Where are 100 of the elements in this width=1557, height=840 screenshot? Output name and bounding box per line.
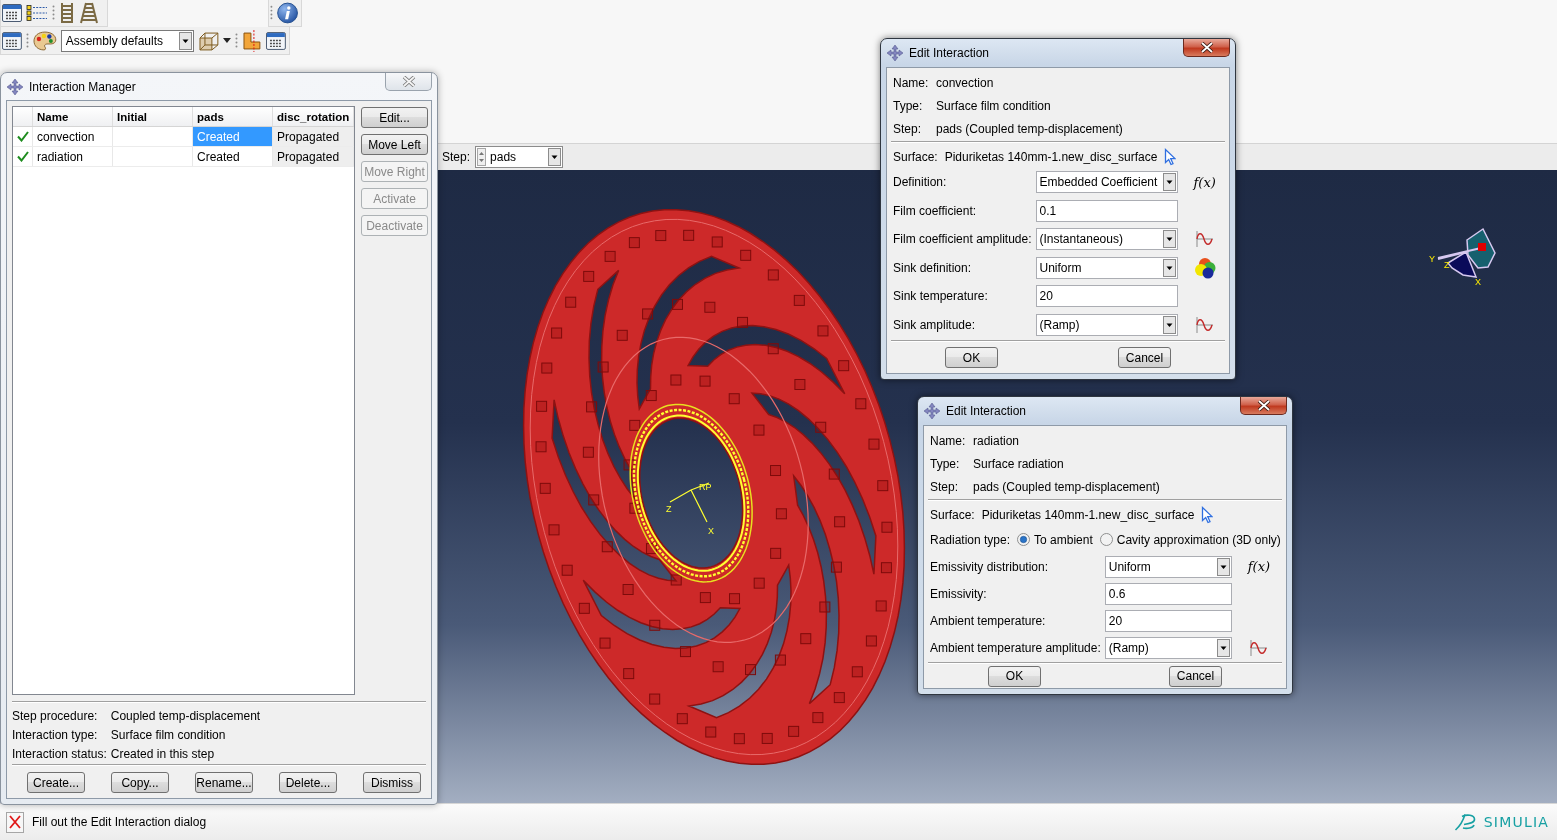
cancel-button[interactable]: [6, 811, 24, 833]
ladder-icon[interactable]: [59, 2, 75, 24]
cancel-button[interactable]: Cancel: [1118, 347, 1171, 368]
dashed-list-icon[interactable]: [26, 4, 48, 22]
dropdown-select[interactable]: Uniform: [1035, 256, 1178, 279]
field-value: pads (Coupled temp-displacement): [973, 479, 1161, 494]
grip-icon[interactable]: [235, 32, 239, 49]
field-label: Radiation type:: [930, 532, 1011, 547]
move-left-button[interactable]: Move Left: [361, 134, 428, 155]
brand-name: SIMULIA: [1483, 814, 1549, 830]
close-icon: [9, 815, 21, 829]
close-button[interactable]: [1240, 397, 1287, 415]
axis-label: X: [1475, 277, 1481, 287]
dropdown-select[interactable]: (Ramp): [1104, 636, 1232, 659]
cube-icon[interactable]: [197, 30, 220, 51]
field-label: Film coefficient amplitude:: [893, 232, 1032, 247]
move-arrows-icon: [924, 403, 940, 419]
radio-icon[interactable]: [1017, 533, 1031, 546]
copy-button[interactable]: Copy...: [111, 772, 169, 793]
palette-icon[interactable]: [32, 30, 57, 51]
trestle-icon[interactable]: [79, 2, 99, 24]
close-button[interactable]: [1183, 39, 1230, 57]
window-title: Interaction Manager: [29, 79, 136, 94]
field-label: Ambient temperature:: [930, 613, 1047, 628]
cursor-arrow-icon[interactable]: [1164, 147, 1177, 166]
axis-label: X: [708, 526, 714, 536]
field-value: Surface film condition: [936, 98, 1052, 113]
table-cell[interactable]: Propagated: [273, 127, 354, 146]
detail-value: Coupled temp-displacement: [110, 708, 262, 723]
text-field[interactable]: 20: [1035, 285, 1178, 308]
edit-button[interactable]: Edit...: [361, 107, 428, 128]
close-icon: [1256, 400, 1271, 411]
color-scheme-select[interactable]: Assembly defaults: [60, 29, 194, 52]
spinner-arrows-icon[interactable]: [477, 148, 487, 166]
move-arrows-icon: [7, 78, 23, 95]
radio-icon[interactable]: [1099, 533, 1113, 546]
detail-value: Surface film condition: [110, 727, 227, 742]
rename-button[interactable]: Rename...: [195, 772, 253, 793]
field-label: Definition:: [893, 175, 948, 190]
field-label: Surface:: [893, 149, 938, 164]
close-icon: [401, 76, 416, 87]
cursor-arrow-icon[interactable]: [1201, 505, 1214, 524]
caret-icon[interactable]: [223, 38, 232, 43]
delete-button[interactable]: Delete...: [279, 772, 337, 793]
field-label: Type:: [893, 98, 924, 113]
field-label: Surface:: [930, 507, 975, 522]
dropdown-select[interactable]: (Instantaneous): [1035, 228, 1178, 251]
field-value: radiation: [973, 433, 1021, 448]
field-label: Emissivity distribution:: [930, 559, 1050, 574]
table-cell[interactable]: Propagated: [273, 147, 354, 166]
radio-option[interactable]: To ambient: [1017, 532, 1093, 547]
bracket-section-icon[interactable]: [242, 29, 263, 52]
dropdown-select[interactable]: Embedded Coefficient: [1035, 171, 1178, 194]
status-message: Fill out the Edit Interaction dialog: [32, 815, 207, 829]
axis-label: Z: [1444, 260, 1450, 270]
color-circles-icon[interactable]: [1193, 256, 1216, 279]
grip-icon[interactable]: [270, 5, 273, 21]
grip-icon[interactable]: [52, 5, 55, 21]
axis-triad-drawing[interactable]: [1437, 227, 1496, 278]
field-label: Film coefficient:: [893, 203, 978, 218]
field-label: Sink temperature:: [893, 289, 989, 304]
detail-value: Created in this step: [110, 746, 216, 761]
field-label: Sink definition:: [893, 260, 973, 275]
close-icon: [1199, 42, 1214, 53]
field-label: Step:: [893, 121, 923, 136]
sine-wave-icon[interactable]: [1247, 637, 1268, 658]
table-icon[interactable]: [2, 4, 22, 22]
text-field[interactable]: 20: [1104, 609, 1232, 632]
function-button[interactable]: f(x): [1247, 559, 1271, 574]
field-label: Type:: [930, 456, 961, 471]
text-field[interactable]: 0.1: [1035, 199, 1178, 222]
create-button[interactable]: Create...: [27, 772, 85, 793]
info-icon[interactable]: [276, 2, 298, 24]
reference-point-label: RP: [699, 482, 712, 492]
step-select[interactable]: pads: [475, 146, 564, 168]
field-value: pads (Coupled temp-displacement): [936, 121, 1124, 136]
field-label: Emissivity:: [930, 586, 988, 601]
dismiss-button[interactable]: Dismiss: [363, 772, 421, 793]
grip-icon[interactable]: [25, 32, 29, 49]
field-label: Name:: [930, 433, 967, 448]
step-label: Step:: [442, 150, 471, 164]
window-title: Edit Interaction: [909, 46, 990, 60]
text-field[interactable]: 0.6: [1104, 582, 1232, 605]
radio-option[interactable]: Cavity approximation (3D only): [1099, 532, 1281, 547]
window-title: Edit Interaction: [946, 404, 1027, 418]
surface-name: Piduriketas 140mm-1.new_disc_surface: [981, 507, 1195, 522]
field-value: convection: [936, 75, 995, 90]
function-button[interactable]: f(x): [1193, 174, 1216, 190]
dropdown-select[interactable]: (Ramp): [1035, 313, 1178, 336]
ok-button[interactable]: OK: [945, 347, 998, 368]
move-arrows-icon: [887, 45, 903, 61]
table-icon[interactable]: [266, 31, 286, 50]
cancel-button[interactable]: Cancel: [1169, 665, 1222, 687]
sine-wave-icon[interactable]: [1193, 314, 1214, 335]
table-icon[interactable]: [2, 31, 22, 50]
dropdown-select[interactable]: Uniform: [1104, 555, 1232, 578]
sine-wave-icon[interactable]: [1193, 229, 1214, 250]
ok-button[interactable]: OK: [988, 665, 1041, 687]
axis-label: Y: [1429, 254, 1435, 264]
logo-icon: [1453, 813, 1476, 831]
